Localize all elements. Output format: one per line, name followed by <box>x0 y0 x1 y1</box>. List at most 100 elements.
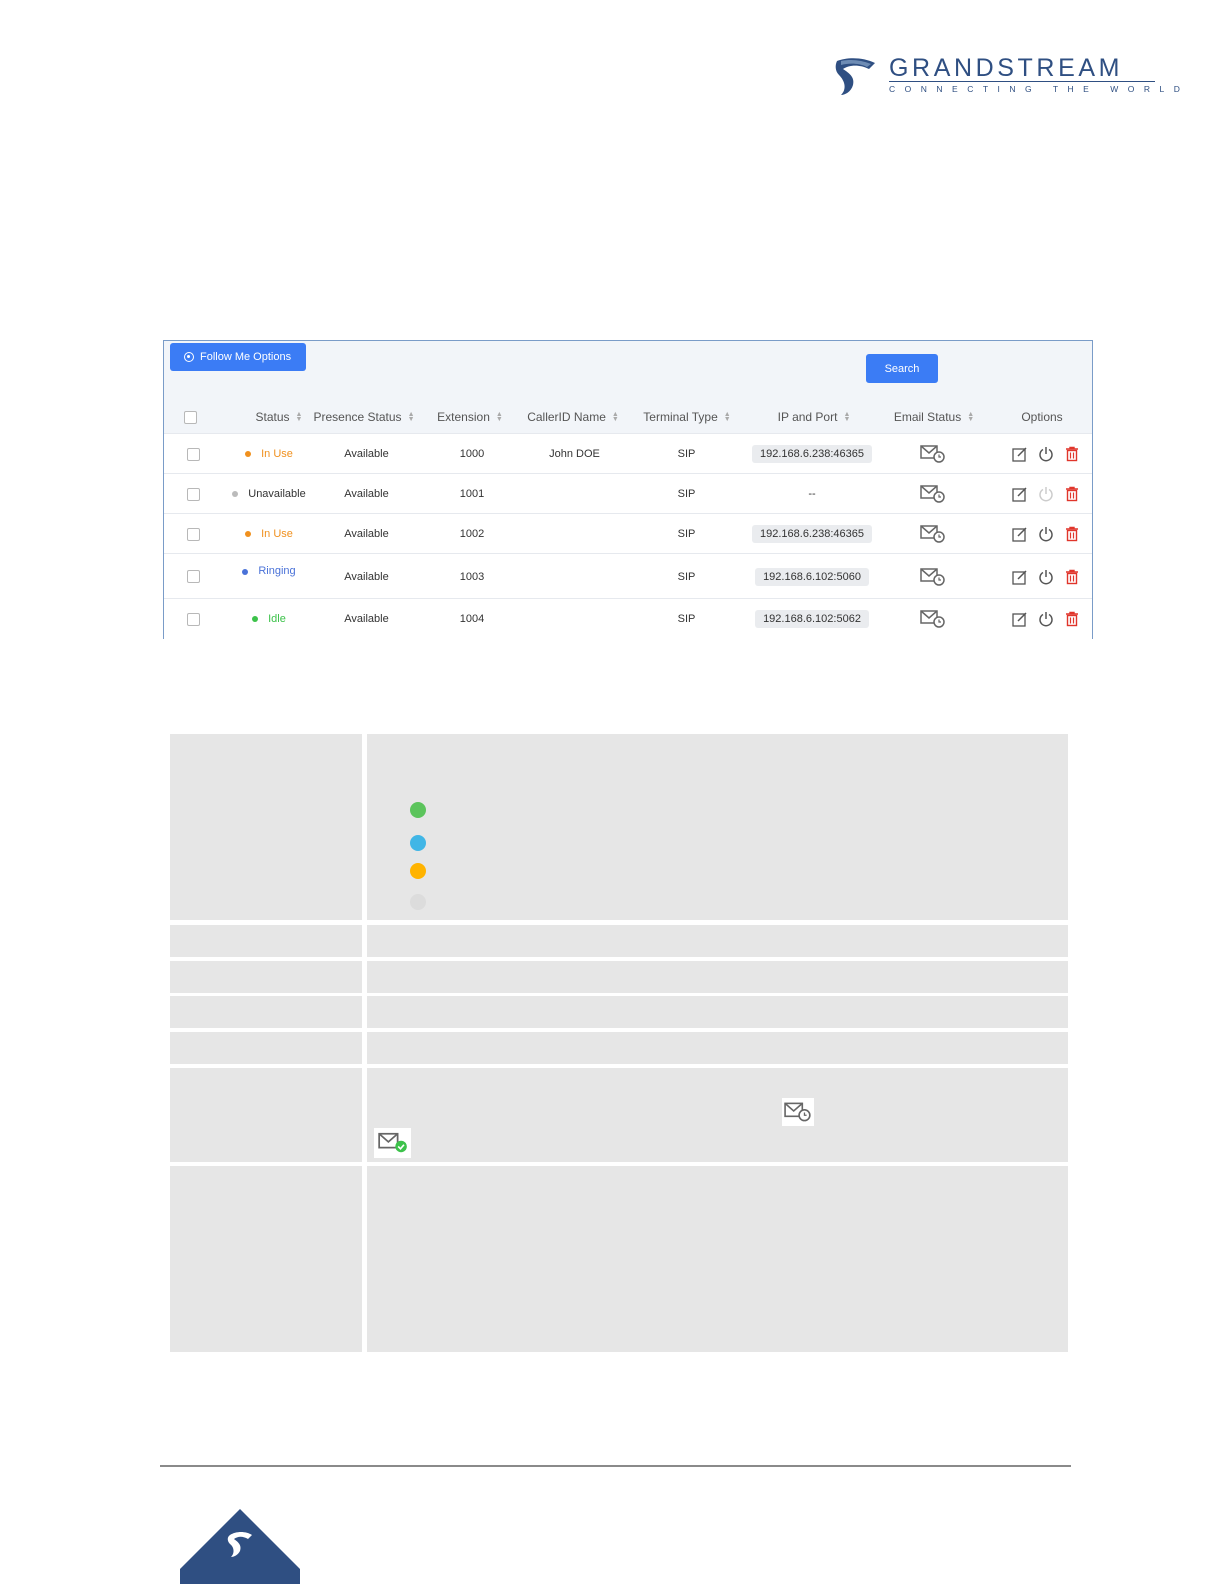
email-sent-icon-box <box>374 1128 411 1158</box>
terminal-cell: SIP <box>677 570 696 583</box>
inuse-color-dot-icon <box>410 863 426 879</box>
edit-icon[interactable] <box>1012 611 1028 627</box>
header-terminal-type[interactable]: Terminal Type ▲ ▼ <box>632 401 742 433</box>
description-row <box>170 925 1068 957</box>
extension-cell: 1003 <box>459 570 485 583</box>
terminal-cell: SIP <box>677 448 696 460</box>
ip-value: 192.168.6.102:5060 <box>755 567 869 586</box>
follow-me-options-button[interactable]: Follow Me Options <box>170 343 306 371</box>
description-row <box>170 996 1068 1028</box>
edit-icon[interactable] <box>1012 446 1028 462</box>
brand-name: GRANDSTREAM <box>889 54 1124 82</box>
status-cell: Ringing <box>214 554 324 599</box>
ip-value: 192.168.6.238:46365 <box>752 445 872 463</box>
description-label-cell <box>170 996 362 1028</box>
description-value-cell <box>367 1068 1068 1162</box>
row-checkbox[interactable] <box>186 447 200 461</box>
status-dot-icon <box>242 569 249 575</box>
reboot-icon[interactable] <box>1038 569 1054 585</box>
description-label-cell <box>170 734 362 920</box>
description-row-status <box>170 734 1068 920</box>
edit-icon[interactable] <box>1012 569 1028 585</box>
header-extension[interactable]: Extension ▲ ▼ <box>420 401 520 433</box>
reboot-icon[interactable] <box>1038 526 1054 542</box>
status-dot-icon <box>245 531 252 537</box>
search-button[interactable]: Search <box>866 354 938 383</box>
table-row: In Use Available 1000 John DOE SIP 192.1… <box>164 433 1092 474</box>
extension-cell: 1004 <box>459 613 485 625</box>
select-all-checkbox-cell <box>184 401 197 433</box>
sort-icon: ▲ ▼ <box>295 411 303 423</box>
delete-icon[interactable] <box>1064 526 1080 542</box>
sort-icon: ▲ ▼ <box>723 411 731 423</box>
row-checkbox-cell <box>186 554 200 599</box>
description-value-cell <box>367 925 1068 957</box>
presence-cell: Available <box>344 528 389 540</box>
email-status-cell <box>908 599 958 639</box>
callerid-cell <box>522 474 627 514</box>
brand-tagline: CONNECTING THE WORLD <box>889 84 1190 94</box>
extension-list-panel: Follow Me Options Search Status ▲ ▼ Presen… <box>163 340 1093 639</box>
reboot-icon[interactable] <box>1038 611 1054 627</box>
status-dot-icon <box>232 491 239 497</box>
description-value-cell <box>367 1032 1068 1064</box>
header-options: Options <box>1021 410 1063 424</box>
unavailable-color-dot-icon <box>410 894 426 910</box>
footer-rule <box>160 1465 1071 1467</box>
grandstream-logo-mark-icon <box>835 58 875 95</box>
sort-icon: ▲ ▼ <box>611 411 619 423</box>
options-cell <box>1004 514 1088 554</box>
email-status-icon[interactable] <box>920 485 946 503</box>
row-checkbox[interactable] <box>186 570 200 583</box>
row-checkbox-cell <box>186 599 200 639</box>
terminal-cell: SIP <box>677 613 696 625</box>
status-text: Idle <box>268 613 286 625</box>
header-callerid-name[interactable]: CallerID Name ▲ ▼ <box>518 401 628 433</box>
description-value-cell <box>367 996 1068 1028</box>
row-checkbox[interactable] <box>186 612 200 626</box>
row-checkbox[interactable] <box>186 527 200 541</box>
delete-icon[interactable] <box>1064 569 1080 585</box>
description-value-cell <box>367 961 1068 993</box>
email-status-icon[interactable] <box>920 610 946 628</box>
extension-cell: 1002 <box>459 528 485 540</box>
header-presence-status[interactable]: Presence Status ▲ ▼ <box>309 401 419 433</box>
header-email-status[interactable]: Email Status ▲ ▼ <box>884 401 984 433</box>
ip-cell: 192.168.6.238:46365 <box>752 434 872 474</box>
edit-icon[interactable] <box>1012 526 1028 542</box>
select-all-checkbox[interactable] <box>184 410 197 424</box>
email-status-cell <box>908 514 958 554</box>
header-ip-and-port[interactable]: IP and Port ▲ ▼ <box>754 401 874 433</box>
follow-me-options-label: Follow Me Options <box>200 351 292 363</box>
ip-cell: 192.168.6.238:46365 <box>752 514 872 554</box>
description-label-cell <box>170 1032 362 1064</box>
table-row: In Use Available 1002 SIP 192.168.6.238:… <box>164 513 1092 554</box>
table-row: Unavailable Available 1001 SIP -- <box>164 473 1092 514</box>
options-cell <box>1004 599 1088 639</box>
row-checkbox[interactable] <box>186 487 200 501</box>
status-text: Unavailable <box>248 488 306 500</box>
reboot-icon[interactable] <box>1038 446 1054 462</box>
sort-icon: ▲ ▼ <box>495 411 503 423</box>
callerid-cell: John DOE <box>549 448 600 460</box>
idle-color-dot-icon <box>410 802 426 818</box>
email-status-cell <box>908 554 958 599</box>
email-status-icon[interactable] <box>920 445 946 463</box>
row-checkbox-cell <box>186 474 200 514</box>
delete-icon[interactable] <box>1064 486 1080 502</box>
email-status-cell <box>908 474 958 514</box>
email-status-icon[interactable] <box>920 567 946 586</box>
ip-cell: -- <box>752 474 872 514</box>
email-pending-icon-box <box>782 1098 814 1126</box>
description-row <box>170 1032 1068 1064</box>
extension-cell: 1001 <box>459 488 485 500</box>
email-status-icon[interactable] <box>920 525 946 543</box>
terminal-cell: SIP <box>677 488 696 500</box>
delete-icon[interactable] <box>1064 446 1080 462</box>
delete-icon[interactable] <box>1064 611 1080 627</box>
reboot-icon-disabled <box>1039 487 1053 502</box>
email-status-cell <box>908 434 958 474</box>
extension-cell: 1000 <box>459 448 485 460</box>
description-label-cell <box>170 1068 362 1162</box>
edit-icon[interactable] <box>1012 486 1028 502</box>
